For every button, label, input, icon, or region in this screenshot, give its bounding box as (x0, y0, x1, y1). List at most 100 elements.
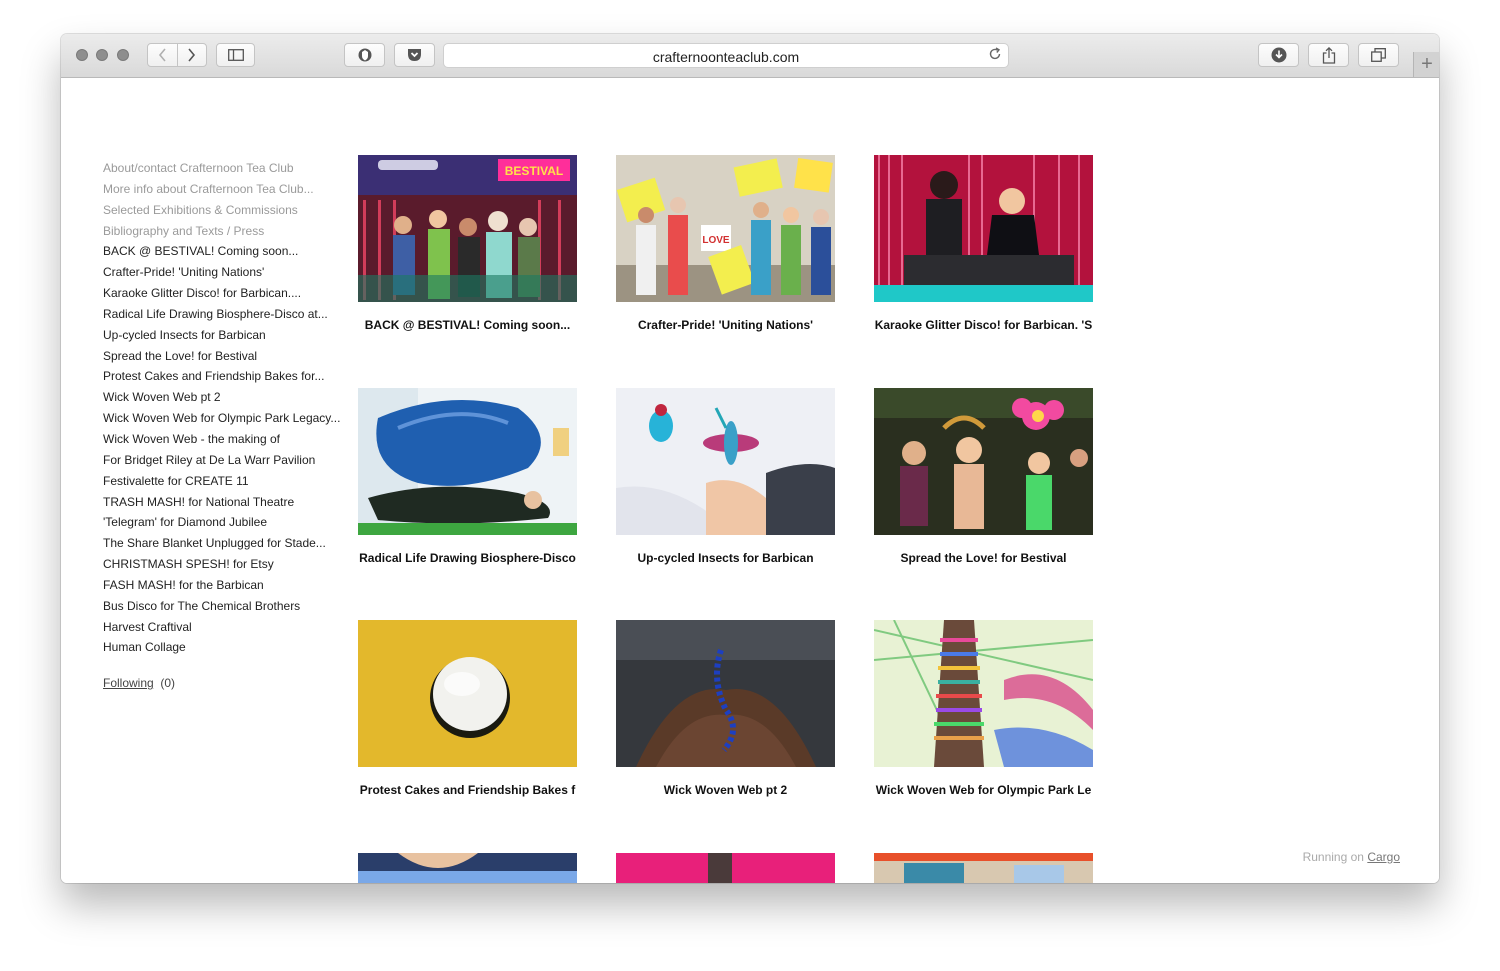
page-content: About/contact Crafternoon Tea Club More i… (61, 78, 1439, 883)
project-caption[interactable]: Karaoke Glitter Disco! for Barbican. 'S (874, 318, 1093, 332)
history-navigation (147, 43, 207, 67)
project-tile[interactable]: Protest Cakes and Friendship Bakes f (358, 620, 577, 797)
pocket-icon (408, 49, 421, 61)
project-thumbnail[interactable] (358, 853, 577, 883)
svg-text:BESTIVAL: BESTIVAL (505, 164, 563, 178)
reload-button[interactable] (988, 47, 1002, 65)
sidebar-icon (227, 49, 244, 61)
sidebar-link[interactable]: Human Collage (103, 637, 353, 658)
project-tile[interactable]: Karaoke Glitter Disco! for Barbican. 'S (874, 155, 1093, 332)
minimize-window-button[interactable] (96, 49, 108, 61)
project-thumbnail[interactable]: BESTIVAL (358, 155, 577, 302)
sidebar-link[interactable]: CHRISTMASH SPESH! for Etsy (103, 554, 353, 575)
following-indicator: Following (0) (103, 676, 175, 690)
sidebar-link[interactable]: The Share Blanket Unplugged for Stade... (103, 533, 353, 554)
project-tile[interactable] (616, 853, 835, 883)
project-image (874, 155, 1093, 302)
shield-icon (358, 48, 371, 62)
project-thumbnail[interactable] (616, 388, 835, 535)
project-thumbnail[interactable] (616, 620, 835, 767)
project-caption[interactable]: Radical Life Drawing Biosphere-Disco (358, 551, 577, 565)
browser-toolbar: crafternoonteaclub.com + (61, 34, 1439, 78)
project-caption[interactable]: Wick Woven Web pt 2 (616, 783, 835, 797)
project-image (616, 620, 835, 767)
sidebar-link[interactable]: FASH MASH! for the Barbican (103, 575, 353, 596)
project-image (358, 853, 577, 883)
project-image (358, 620, 577, 767)
sidebar-link[interactable]: Bus Disco for The Chemical Brothers (103, 596, 353, 617)
powered-by: Running on Cargo (1303, 850, 1400, 864)
sidebar-link[interactable]: Protest Cakes and Friendship Bakes for..… (103, 366, 353, 387)
project-caption[interactable]: Protest Cakes and Friendship Bakes f (358, 783, 577, 797)
sidebar-link[interactable]: Wick Woven Web pt 2 (103, 387, 353, 408)
close-window-button[interactable] (76, 49, 88, 61)
project-tile[interactable]: BESTIVAL BACK @ BESTIVAL! Coming soon... (358, 155, 577, 332)
project-tile[interactable]: Radical Life Drawing Biosphere-Disco (358, 388, 577, 565)
project-thumbnail[interactable] (874, 388, 1093, 535)
sidebar-link[interactable]: Spread the Love! for Bestival (103, 346, 353, 367)
project-thumbnail[interactable] (358, 620, 577, 767)
project-caption[interactable]: Crafter-Pride! 'Uniting Nations' (616, 318, 835, 332)
sidebar-link[interactable]: Wick Woven Web - the making of (103, 429, 353, 450)
sidebar-link[interactable]: 'Telegram' for Diamond Jubilee (103, 512, 353, 533)
project-image (874, 620, 1093, 767)
project-tile[interactable]: Wick Woven Web for Olympic Park Le (874, 620, 1093, 797)
sidebar-link[interactable]: Wick Woven Web for Olympic Park Legacy..… (103, 408, 353, 429)
project-thumbnail[interactable] (616, 853, 835, 883)
project-tile[interactable] (874, 853, 1093, 883)
sidebar-link[interactable]: Crafter-Pride! 'Uniting Nations' (103, 262, 353, 283)
project-image: BESTIVAL (358, 155, 577, 302)
address-bar[interactable]: crafternoonteaclub.com (443, 43, 1009, 68)
project-image (874, 853, 1093, 883)
project-caption[interactable]: BACK @ BESTIVAL! Coming soon... (358, 318, 577, 332)
project-caption[interactable]: Up-cycled Insects for Barbican (616, 551, 835, 565)
project-image: LOVE (616, 155, 835, 302)
project-tile[interactable]: Up-cycled Insects for Barbican (616, 388, 835, 565)
sidebar-link[interactable]: Bibliography and Texts / Press (103, 221, 353, 242)
sidebar-link[interactable]: Selected Exhibitions & Commissions (103, 200, 353, 221)
project-caption[interactable]: Wick Woven Web for Olympic Park Le (874, 783, 1093, 797)
sidebar-link[interactable]: Harvest Craftival (103, 617, 353, 638)
project-image (616, 388, 835, 535)
project-tile[interactable] (358, 853, 577, 883)
project-tile[interactable]: Wick Woven Web pt 2 (616, 620, 835, 797)
running-on-text: Running on (1302, 850, 1364, 864)
sidebar-link[interactable]: About/contact Crafternoon Tea Club (103, 158, 353, 179)
project-thumbnail[interactable] (874, 155, 1093, 302)
sidebar-link[interactable]: Karaoke Glitter Disco! for Barbican.... (103, 283, 353, 304)
downloads-button[interactable] (1258, 43, 1299, 67)
sidebar-link[interactable]: For Bridget Riley at De La Warr Pavilion (103, 450, 353, 471)
sidebar-link[interactable]: Radical Life Drawing Biosphere-Disco at.… (103, 304, 353, 325)
cargo-link[interactable]: Cargo (1367, 850, 1400, 864)
sidebar-link[interactable]: BACK @ BESTIVAL! Coming soon... (103, 241, 353, 262)
sidebar-button[interactable] (216, 43, 255, 67)
url-text: crafternoonteaclub.com (652, 49, 800, 65)
sidebar-link[interactable]: Up-cycled Insects for Barbican (103, 325, 353, 346)
chevron-left-icon (158, 48, 166, 62)
project-thumbnail[interactable] (874, 853, 1093, 883)
privacy-extension-button[interactable] (344, 43, 385, 67)
plus-icon: + (1421, 53, 1433, 75)
chevron-right-icon (188, 48, 196, 62)
following-link[interactable]: Following (103, 676, 154, 690)
pocket-button[interactable] (394, 43, 435, 67)
project-thumbnail[interactable] (358, 388, 577, 535)
reload-icon (989, 47, 1001, 60)
tabs-overview-button[interactable] (1358, 43, 1399, 67)
project-caption[interactable]: Spread the Love! for Bestival (874, 551, 1093, 565)
project-navigation: About/contact Crafternoon Tea Club More i… (103, 158, 353, 658)
back-button[interactable] (148, 44, 177, 66)
project-tile[interactable]: LOVE Crafter-Pride! 'Uniting Nations' (616, 155, 835, 332)
forward-button[interactable] (176, 44, 207, 66)
share-button[interactable] (1308, 43, 1349, 67)
project-thumbnail[interactable] (874, 620, 1093, 767)
project-image (874, 388, 1093, 535)
sidebar-link[interactable]: Festivalette for CREATE 11 (103, 471, 353, 492)
new-tab-button[interactable]: + (1413, 52, 1439, 77)
project-thumbnail[interactable]: LOVE (616, 155, 835, 302)
project-tile[interactable]: Spread the Love! for Bestival (874, 388, 1093, 565)
sidebar-link[interactable]: TRASH MASH! for National Theatre (103, 492, 353, 513)
download-icon (1271, 47, 1286, 63)
sidebar-link[interactable]: More info about Crafternoon Tea Club... (103, 179, 353, 200)
zoom-window-button[interactable] (117, 49, 129, 61)
